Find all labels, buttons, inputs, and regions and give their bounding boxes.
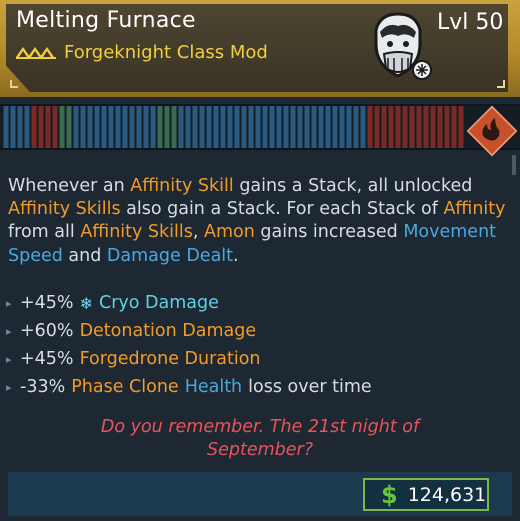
- stat-label-rest: loss over time: [248, 377, 372, 397]
- item-description: Whenever an Affinity Skill gains a Stack…: [8, 175, 508, 268]
- stat-row: ▸ +60% Detonation Damage: [6, 317, 506, 345]
- item-level: Lvl 50: [437, 10, 504, 35]
- stat-list: ▸ +45% ❄ Cryo Damage ▸ +60% Detonation D…: [6, 289, 506, 401]
- desc-text: gains a Stack, all unlocked: [233, 176, 473, 196]
- keyword-damage-dealt: Damage Dealt: [106, 245, 234, 266]
- fire-element-icon: [482, 118, 500, 141]
- stat-label-health: Health: [184, 377, 243, 397]
- desc-text: ,: [192, 222, 205, 243]
- stat-value: +60%: [20, 321, 74, 341]
- desc-text: and: [62, 245, 107, 266]
- bullet-icon: ▸: [6, 352, 12, 366]
- stat-label: Forgedrone Duration: [79, 349, 261, 369]
- desc-text: also gain a Stack. For each Stack of: [120, 199, 444, 220]
- class-mod-type: Forgeknight Class Mod: [64, 41, 268, 63]
- stat-value: -33%: [20, 377, 66, 397]
- flavor-line: Do you remember. The 21st night of: [100, 417, 420, 437]
- stat-row: ▸ -33% Phase Clone Health loss over time: [6, 373, 506, 401]
- item-header: Melting Furnace Forgeknight Class Mod Lv…: [0, 0, 520, 97]
- snowflake-icon: ❄: [79, 293, 93, 313]
- keyword-affinity-skills: Affinity Skills: [80, 222, 193, 243]
- corner-marker-right: [497, 80, 505, 88]
- keyword-affinity-skills: Affinity Skills: [8, 199, 121, 220]
- scroll-indicator[interactable]: [512, 155, 516, 175]
- triple-chevron-icon: [16, 47, 56, 59]
- corner-marker-left: [10, 80, 18, 88]
- flavor-line: September?: [206, 440, 314, 460]
- keyword-affinity-skill: Affinity Skill: [130, 176, 234, 196]
- desc-text: Whenever an: [8, 176, 131, 196]
- bearded-warrior-portrait-icon: [374, 12, 432, 80]
- desc-text: .: [233, 245, 239, 266]
- keyword-affinity: Affinity: [443, 199, 506, 220]
- flavor-text: Do you remember. The 21st night of Septe…: [0, 416, 520, 462]
- stat-label: Detonation Damage: [79, 321, 257, 341]
- stat-row: ▸ +45% Forgedrone Duration: [6, 345, 506, 373]
- item-card: Melting Furnace Forgeknight Class Mod Lv…: [0, 0, 520, 521]
- bullet-icon: ▸: [6, 324, 12, 338]
- price-box: $ 124,631: [363, 478, 489, 511]
- stat-value: +45%: [20, 349, 74, 369]
- dollar-icon: $: [381, 480, 398, 509]
- bullet-icon: ▸: [6, 296, 12, 310]
- stat-value: +45%: [20, 293, 74, 313]
- stat-label: Phase Clone: [71, 377, 179, 397]
- desc-text: gains increased: [254, 222, 404, 243]
- item-name: Melting Furnace: [16, 8, 196, 33]
- strip-pattern: [0, 104, 520, 150]
- stat-row: ▸ +45% ❄ Cryo Damage: [6, 289, 506, 317]
- bullet-icon: ▸: [6, 380, 12, 394]
- desc-text: from all: [8, 222, 81, 243]
- keyword-amon: Amon: [204, 222, 255, 243]
- stat-label: Cryo Damage: [98, 293, 219, 313]
- manufacturer-color-strip: [0, 104, 520, 150]
- class-mod-row: Forgeknight Class Mod: [16, 40, 268, 64]
- price-value: 124,631: [407, 483, 487, 506]
